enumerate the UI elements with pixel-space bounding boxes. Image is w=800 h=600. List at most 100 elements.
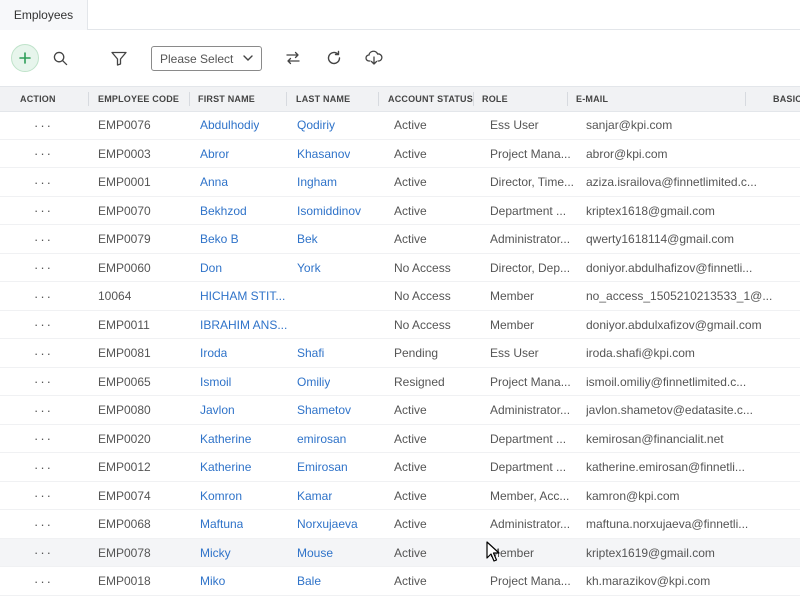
table-row[interactable]: ··· EMP0080 Javlon Shametov Active Administra… bbox=[0, 396, 800, 425]
table-row[interactable]: ··· EMP0065 Ismoil Omiliy Resigned Project Ma… bbox=[0, 368, 800, 396]
row-action-menu[interactable]: ··· bbox=[34, 453, 53, 481]
table-row[interactable]: ··· EMP0012 Katherine Emirosan Active Departm… bbox=[0, 453, 800, 482]
first-name-link[interactable]: HICHAM STIT... bbox=[200, 282, 285, 310]
first-name-link[interactable]: Katherine bbox=[200, 425, 251, 453]
last-name-link[interactable]: Mouse bbox=[297, 539, 333, 567]
col-basic[interactable]: BASIC bbox=[773, 87, 800, 111]
plus-icon bbox=[19, 52, 31, 64]
refresh-button[interactable] bbox=[320, 44, 348, 72]
email: katherine.emirosan@finnetli... bbox=[586, 460, 745, 474]
first-name-link[interactable]: Abdulhodiy bbox=[200, 111, 259, 139]
table-row[interactable]: ··· EMP0079 Beko B Bek Active Administrator..… bbox=[0, 225, 800, 254]
last-name-link[interactable]: York bbox=[297, 254, 321, 282]
table-row[interactable]: ··· EMP0078 Micky Mouse Active Member kriptex1… bbox=[0, 538, 800, 567]
table-row[interactable]: ··· 10064 HICHAM STIT... No Access Member no_… bbox=[0, 282, 800, 311]
row-action-menu[interactable]: ··· bbox=[34, 510, 53, 538]
table-row[interactable]: ··· EMP0076 Abdulhodiy Qodiriy Active Ess Use… bbox=[0, 111, 800, 140]
row-action-menu[interactable]: ··· bbox=[34, 282, 53, 310]
account-status: Active bbox=[394, 574, 427, 588]
col-last-name[interactable]: LAST NAME bbox=[296, 87, 350, 111]
row-action-menu[interactable]: ··· bbox=[34, 567, 53, 595]
first-name-link[interactable]: Don bbox=[200, 254, 222, 282]
search-button[interactable] bbox=[46, 44, 74, 72]
first-name-link[interactable]: Abror bbox=[200, 140, 229, 168]
last-name-link[interactable]: Shametov bbox=[297, 396, 351, 424]
first-name-link[interactable]: IBRAHIM ANS... bbox=[200, 311, 287, 339]
row-action-menu[interactable]: ··· bbox=[34, 197, 53, 225]
last-name-link[interactable]: Khasanov bbox=[297, 140, 350, 168]
email: doniyor.abdulxafizov@gmail.com bbox=[586, 317, 762, 332]
row-action-menu[interactable]: ··· bbox=[34, 339, 53, 367]
table-row[interactable]: ··· EMP0060 Don York No Access Director, Dep.… bbox=[0, 254, 800, 282]
last-name-link[interactable]: Qodiriy bbox=[297, 111, 335, 139]
account-status: Active bbox=[394, 545, 427, 560]
table-row[interactable]: ··· EMP0068 Maftuna Norxujaeva Active Adminis… bbox=[0, 510, 800, 539]
row-action-menu[interactable]: ··· bbox=[34, 425, 53, 453]
table-row[interactable]: ··· EMP0081 Iroda Shafi Pending Ess User iroda… bbox=[0, 339, 800, 368]
filter-button[interactable] bbox=[105, 44, 133, 72]
role: Member, Acc... bbox=[490, 488, 570, 503]
last-name-link[interactable]: Ingham bbox=[297, 168, 337, 196]
col-action[interactable]: ACTION bbox=[20, 87, 56, 111]
table-row[interactable]: ··· EMP0003 Abror Khasanov Active Project Man… bbox=[0, 140, 800, 168]
filter-icon bbox=[111, 51, 127, 66]
last-name-link[interactable]: Shafi bbox=[297, 339, 324, 367]
employee-code: EMP0079 bbox=[98, 232, 151, 246]
first-name-link[interactable]: Anna bbox=[200, 168, 228, 196]
col-role[interactable]: ROLE bbox=[482, 87, 508, 111]
first-name-link[interactable]: Micky bbox=[200, 539, 231, 567]
last-name-link[interactable]: Isomiddinov bbox=[297, 197, 361, 225]
first-name-link[interactable]: Maftuna bbox=[200, 510, 243, 538]
row-action-menu[interactable]: ··· bbox=[34, 311, 53, 339]
col-email[interactable]: E-MAIL bbox=[576, 87, 608, 111]
cloud-download-button[interactable] bbox=[360, 44, 388, 72]
last-name-link[interactable]: Emirosan bbox=[297, 453, 348, 481]
row-action-menu[interactable]: ··· bbox=[34, 168, 53, 196]
last-name-link[interactable]: emirosan bbox=[297, 425, 346, 453]
first-name-link[interactable]: Iroda bbox=[200, 339, 227, 367]
employee-code: EMP0074 bbox=[98, 488, 151, 503]
account-status: Active bbox=[394, 403, 427, 417]
account-status: No Access bbox=[394, 317, 451, 332]
table-row[interactable]: ··· EMP0020 Katherine emirosan Active Departm… bbox=[0, 425, 800, 453]
row-action-menu[interactable]: ··· bbox=[34, 254, 53, 282]
account-status: Active bbox=[394, 232, 427, 246]
col-employee-code[interactable]: EMPLOYEE CODE bbox=[98, 87, 179, 111]
col-first-name[interactable]: FIRST NAME bbox=[198, 87, 255, 111]
row-action-menu[interactable]: ··· bbox=[34, 396, 53, 424]
row-action-menu[interactable]: ··· bbox=[34, 368, 53, 396]
tab-employees[interactable]: Employees bbox=[0, 0, 88, 30]
last-name-link[interactable]: Norxujaeva bbox=[297, 510, 358, 538]
row-action-menu[interactable]: ··· bbox=[34, 482, 53, 510]
select-dropdown[interactable]: Please Select bbox=[151, 46, 262, 71]
last-name-link[interactable]: Omiliy bbox=[297, 368, 330, 396]
last-name-link[interactable]: Bek bbox=[297, 225, 318, 253]
account-status: Active bbox=[394, 460, 427, 474]
row-action-menu[interactable]: ··· bbox=[34, 140, 53, 168]
first-name-link[interactable]: Ismoil bbox=[200, 368, 231, 396]
first-name-link[interactable]: Komron bbox=[200, 482, 242, 510]
first-name-link[interactable]: Miko bbox=[200, 567, 225, 595]
table-row[interactable]: ··· EMP0001 Anna Ingham Active Director, Time… bbox=[0, 168, 800, 197]
table-row[interactable]: ··· EMP0011 IBRAHIM ANS... No Access Member d… bbox=[0, 311, 800, 339]
add-button[interactable] bbox=[11, 44, 39, 72]
first-name-link[interactable]: Javlon bbox=[200, 396, 235, 424]
row-action-menu[interactable]: ··· bbox=[34, 225, 53, 253]
email: javlon.shametov@edatasite.c... bbox=[586, 403, 753, 417]
row-action-menu[interactable]: ··· bbox=[34, 539, 53, 567]
first-name-link[interactable]: Beko B bbox=[200, 225, 239, 253]
table-row[interactable]: ··· EMP0074 Komron Kamar Active Member, Acc..… bbox=[0, 482, 800, 510]
swap-button[interactable] bbox=[279, 44, 307, 72]
account-status: Active bbox=[394, 175, 427, 189]
col-account-status[interactable]: ACCOUNT STATUS bbox=[388, 87, 473, 111]
row-action-menu[interactable]: ··· bbox=[34, 111, 53, 139]
last-name-link[interactable]: Bale bbox=[297, 567, 321, 595]
table-row[interactable]: ··· EMP0018 Miko Bale Active Project Mana... k… bbox=[0, 567, 800, 596]
table-row[interactable]: ··· EMP0070 Bekhzod Isomiddinov Active Depart… bbox=[0, 197, 800, 225]
role: Department ... bbox=[490, 460, 567, 474]
account-status: No Access bbox=[394, 289, 451, 303]
email: ismoil.omiliy@finnetlimited.c... bbox=[586, 374, 747, 389]
first-name-link[interactable]: Katherine bbox=[200, 453, 251, 481]
first-name-link[interactable]: Bekhzod bbox=[200, 197, 247, 225]
last-name-link[interactable]: Kamar bbox=[297, 482, 332, 510]
